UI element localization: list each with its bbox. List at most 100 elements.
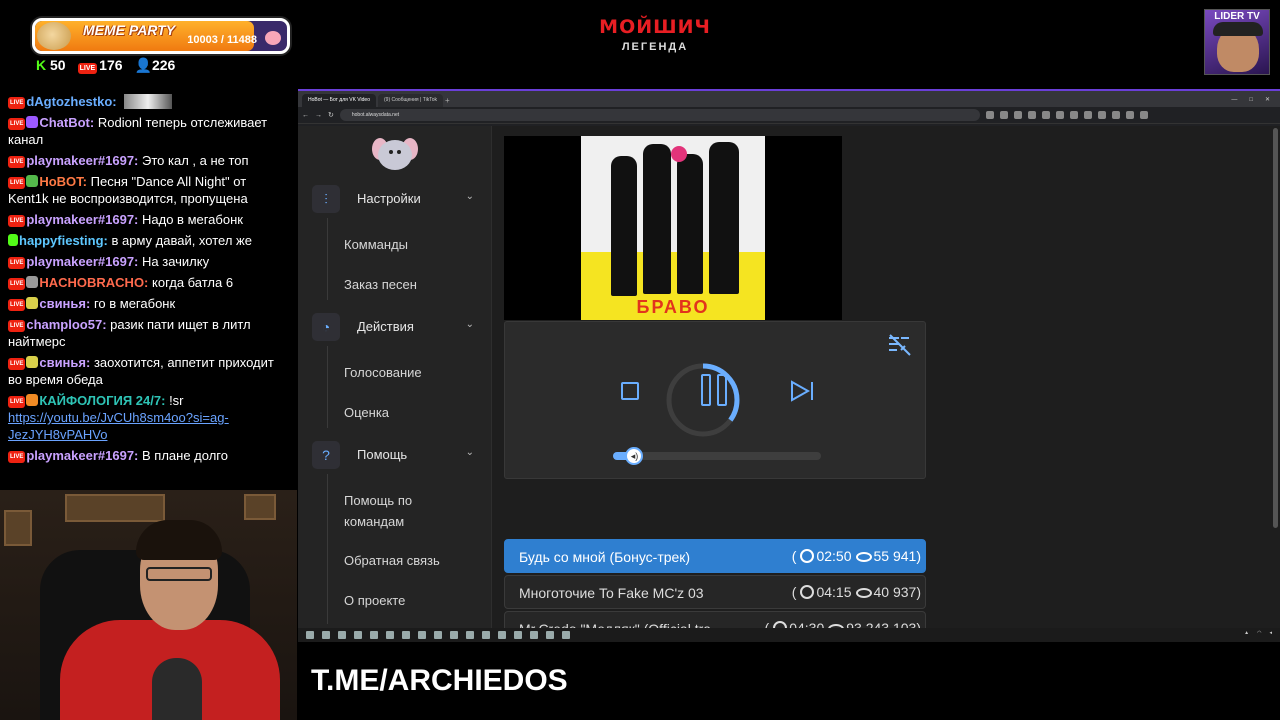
sidebar-section-help[interactable]: ? Помощь ⌄: [312, 440, 482, 470]
chat-username[interactable]: HACHOBRACHO:: [39, 275, 148, 290]
chat-username[interactable]: playmakeer#1697:: [26, 254, 138, 269]
taskbar-app-icon[interactable]: [402, 631, 410, 639]
chat-username[interactable]: champloo57:: [26, 317, 106, 332]
extension-icon[interactable]: [1111, 111, 1120, 119]
taskbar-app-icon[interactable]: [530, 631, 538, 639]
sidebar-item-commands[interactable]: Комманды: [344, 234, 464, 255]
minimize-icon[interactable]: —: [1231, 94, 1237, 107]
chat-link[interactable]: https://youtu.be/JvCUh8sm4oo?si=ag-JezJY…: [8, 410, 229, 442]
chat-username[interactable]: playmakeer#1697:: [26, 448, 138, 463]
taskbar-app-icon[interactable]: [466, 631, 474, 639]
taskbar-app-icon[interactable]: [482, 631, 490, 639]
new-tab-button[interactable]: +: [445, 94, 450, 107]
user-badge-icon: [26, 394, 39, 406]
shuffle-off-icon[interactable]: [887, 332, 913, 358]
page-scrollbar[interactable]: [1273, 128, 1278, 528]
taskbar-app-icon[interactable]: [562, 631, 570, 639]
taskbar-app-icon[interactable]: [370, 631, 378, 639]
piggy-bank-icon: [265, 31, 281, 45]
tab-hobot[interactable]: HoBot — Бот для VK Video: [302, 94, 376, 107]
extension-icon[interactable]: [1055, 111, 1064, 119]
search-icon[interactable]: [322, 631, 330, 639]
hobot-page: ⫶ Настройки ⌄ Комманды Заказ песен ◔ Дей…: [298, 126, 1280, 642]
sidebar-item-about[interactable]: О проекте: [344, 590, 464, 611]
tab-tiktok[interactable]: (9) Сообщения | TikTok: [378, 94, 443, 107]
chat-username[interactable]: ChatBot:: [39, 115, 94, 130]
extension-icon[interactable]: [985, 111, 994, 119]
sidebar-item-feedback[interactable]: Обратная связь: [344, 550, 464, 571]
taskbar-app-icon[interactable]: [434, 631, 442, 639]
taskbar-app-icon[interactable]: [514, 631, 522, 639]
volume-slider[interactable]: ◂): [613, 447, 821, 465]
maximize-icon[interactable]: □: [1249, 94, 1253, 107]
extension-icon[interactable]: [1027, 111, 1036, 119]
stop-button[interactable]: [621, 382, 639, 400]
taskbar-app-icon[interactable]: [450, 631, 458, 639]
track-row[interactable]: Будь со мной (Бонус-трек) (02:50 55 941): [504, 539, 926, 573]
taskbar-app-icon[interactable]: [338, 631, 346, 639]
window-controls: — □ ✕: [1231, 94, 1280, 107]
chat-username[interactable]: playmakeer#1697:: [26, 153, 138, 168]
taskbar-app-icon[interactable]: [418, 631, 426, 639]
sidebar-section-actions[interactable]: ◔ Действия ⌄: [312, 312, 482, 342]
taskbar-app-icon[interactable]: [354, 631, 362, 639]
stream-stats: K 50 LIVE 176 👤226: [36, 57, 175, 74]
chat-username[interactable]: HoBOT:: [39, 174, 87, 189]
skip-next-button[interactable]: [789, 380, 815, 402]
chat-username[interactable]: КАЙФОЛОГИЯ 24/7:: [39, 393, 165, 408]
chat-text: !sr: [169, 393, 184, 408]
chat-message: LIVE свинья: заохотится, аппетит приходит…: [8, 354, 290, 388]
pause-button[interactable]: [701, 374, 731, 406]
live-icon: LIVE: [77, 63, 98, 74]
taskbar-app-icon[interactable]: [546, 631, 554, 639]
extension-icon[interactable]: [1097, 111, 1106, 119]
chat-username[interactable]: свинья:: [39, 355, 90, 370]
cap-shape: [1213, 22, 1263, 36]
start-icon[interactable]: [306, 631, 314, 639]
chat-text: когда батла 6: [152, 275, 234, 290]
elephant-eye: [389, 150, 393, 154]
live-badge-icon: LIVE: [8, 278, 26, 290]
user-badge-icon: [26, 356, 39, 368]
extension-icon[interactable]: [999, 111, 1008, 119]
elephant-eye: [397, 150, 401, 154]
chat-username[interactable]: свинья:: [39, 296, 90, 311]
extension-icon[interactable]: [1083, 111, 1092, 119]
sidebar-item-rating[interactable]: Оценка: [344, 402, 464, 423]
extension-icon[interactable]: [1125, 111, 1134, 119]
taskbar-app-icon[interactable]: [386, 631, 394, 639]
extension-icon[interactable]: [1069, 111, 1078, 119]
sidebar-section-settings[interactable]: ⫶ Настройки ⌄: [312, 184, 482, 214]
sidebar-item-command-help[interactable]: Помощь по командам: [344, 490, 464, 532]
wall-picture: [244, 494, 276, 520]
sidebar-item-voting[interactable]: Голосование: [344, 362, 464, 383]
reload-icon[interactable]: ↻: [328, 111, 334, 119]
track-row[interactable]: Многоточие To Fake MC'z 03(04:15 40 937): [504, 575, 926, 609]
back-icon[interactable]: ←: [302, 112, 309, 119]
live-badge-icon: LIVE: [8, 215, 26, 227]
chat-text: Надо в мегабонк: [142, 212, 243, 227]
tree-line: [327, 346, 328, 428]
sound-icon[interactable]: ◂: [1269, 630, 1272, 636]
extension-icon[interactable]: [1013, 111, 1022, 119]
extension-icon[interactable]: [1139, 111, 1148, 119]
sidebar-item-song-requests[interactable]: Заказ песен: [344, 274, 464, 295]
taskbar-app-icon[interactable]: [498, 631, 506, 639]
track-meta: (02:50 55 941): [791, 548, 921, 564]
elephant-logo-icon[interactable]: [372, 136, 418, 176]
meme-party-title: MEME PARTY: [83, 22, 176, 38]
extension-icon[interactable]: [1041, 111, 1050, 119]
address-input[interactable]: hobot.alwaysdata.net: [339, 109, 980, 121]
chat-message: LIVE playmakeer#1697: На зачилку: [8, 253, 290, 270]
chat-username[interactable]: dAgtozhestko:: [26, 94, 116, 109]
chat-username[interactable]: playmakeer#1697:: [26, 212, 138, 227]
live-badge-icon: LIVE: [8, 118, 26, 130]
tray-icon[interactable]: ▲: [1244, 630, 1249, 636]
close-icon[interactable]: ✕: [1265, 94, 1270, 107]
wifi-icon[interactable]: ◠: [1257, 630, 1261, 636]
forward-icon[interactable]: →: [315, 112, 322, 119]
volume-icon[interactable]: ◂): [625, 447, 644, 465]
track-title: Будь со мной (Бонус-трек): [519, 549, 691, 565]
chat-username[interactable]: happyfiesting:: [19, 233, 108, 248]
tree-line: [327, 474, 328, 624]
